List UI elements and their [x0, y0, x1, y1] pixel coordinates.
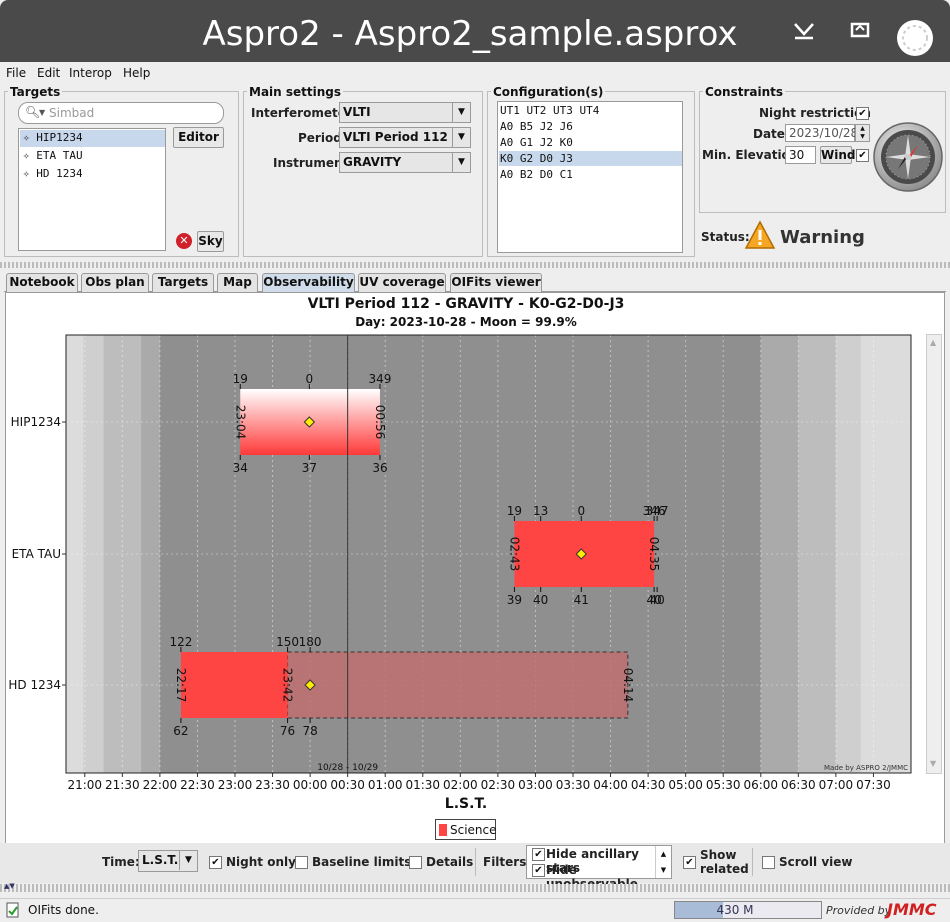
- collapse-arrows-icon[interactable]: ▲▼: [4, 882, 15, 890]
- scroll-down-icon[interactable]: ▼: [930, 759, 936, 768]
- x-tick-label: 03:30: [556, 778, 591, 792]
- baseline-limits-label: Baseline limits: [312, 855, 412, 869]
- x-tick-label: 02:30: [481, 778, 516, 792]
- date-change-label: 10/28 - 10/29: [317, 763, 378, 773]
- scroll-view-checkbox[interactable]: [762, 856, 775, 869]
- hour-angle-label: 0: [577, 504, 585, 518]
- chevron-down-icon: ▼: [179, 851, 197, 870]
- bar-end-label: 04:35: [647, 537, 661, 572]
- separator: [475, 848, 476, 876]
- provided-by-label: Provided by: [826, 904, 892, 917]
- legend-label: Science: [450, 823, 497, 837]
- x-tick-label: 01:30: [405, 778, 440, 792]
- x-tick-label: 07:00: [819, 778, 854, 792]
- x-tick-label: 07:30: [856, 778, 891, 792]
- time-value: L.S.T.: [142, 853, 179, 867]
- filters-scroll[interactable]: ▲ ▼: [655, 846, 671, 878]
- filters-list[interactable]: ✔ Hide ancillary stars ✔ Hide unobservab…: [526, 845, 672, 891]
- bar-start-label: 23:04: [233, 405, 247, 440]
- elevation-label: 39: [507, 593, 522, 607]
- time-select[interactable]: L.S.T. ▼: [138, 850, 198, 872]
- y-tick-label: ETA TAU: [12, 547, 61, 561]
- hour-angle-label: 19: [507, 504, 522, 518]
- jmmc-logo[interactable]: JMMC: [887, 900, 937, 919]
- hour-angle-label: 19: [233, 372, 248, 386]
- chart-credit: Made by ASPRO 2/JMMC: [824, 764, 908, 772]
- bar-start-label: 22:17: [174, 668, 188, 703]
- bar-end-label: 00:56: [373, 405, 387, 440]
- x-tick-label: 23:00: [218, 778, 253, 792]
- x-axis-label: L.S.T.: [444, 796, 488, 812]
- elevation-label: 40: [649, 593, 664, 607]
- elevation-label: 76: [280, 724, 295, 738]
- x-tick-label: 05:00: [668, 778, 703, 792]
- x-tick-label: 02:00: [443, 778, 478, 792]
- observability-extended-bar: [287, 651, 629, 719]
- elevation-label: 62: [173, 724, 188, 738]
- hour-angle-label: 349: [369, 372, 392, 386]
- memory-bar[interactable]: 430 M: [674, 901, 822, 919]
- show-related-line2: related: [700, 862, 749, 876]
- x-tick-label: 22:00: [143, 778, 178, 792]
- elevation-label: 37: [302, 461, 317, 475]
- x-tick-label: 22:30: [180, 778, 215, 792]
- plot-scrollbar[interactable]: ▲ ▼: [926, 334, 942, 774]
- bar-start-label: 02:43: [507, 537, 521, 572]
- baseline-limits-checkbox[interactable]: [295, 856, 308, 869]
- elevation-label: 34: [233, 461, 248, 475]
- night-only-checkbox[interactable]: ✔: [209, 856, 222, 869]
- night-only-label: Night only: [226, 855, 296, 869]
- status-message: OIFits done.: [28, 903, 99, 917]
- x-tick-label: 01:00: [368, 778, 403, 792]
- hour-angle-label: 122: [169, 635, 192, 649]
- details-label: Details: [426, 855, 474, 869]
- observability-chart[interactable]: 21:00 21:30 22:00 22:30 23:00 23:30 00:00 00:30…: [0, 0, 950, 840]
- elevation-label: 78: [302, 724, 317, 738]
- hour-angle-label: 180: [299, 635, 322, 649]
- elevation-label: 40: [533, 593, 548, 607]
- x-tick-label: 04:30: [631, 778, 666, 792]
- hour-angle-label: 347: [646, 504, 669, 518]
- hour-angle-label: 150: [276, 635, 299, 649]
- hide-ancillary-checkbox[interactable]: ✔: [532, 848, 545, 861]
- filters-label: Filters:: [483, 855, 532, 869]
- scroll-view-label: Scroll view: [779, 855, 853, 869]
- y-tick-label: HD 1234: [8, 678, 61, 692]
- hour-angle-label: 13: [533, 504, 548, 518]
- x-tick-label: 04:00: [593, 778, 628, 792]
- document-status-icon: [6, 902, 20, 918]
- bar-end-label: 04:14: [621, 668, 635, 703]
- x-tick-label: 21:00: [67, 778, 102, 792]
- x-tick-label: 05:30: [706, 778, 741, 792]
- legend: Science: [435, 819, 497, 840]
- scroll-up-icon[interactable]: ▲: [930, 338, 936, 347]
- hour-angle-label: 0: [306, 372, 314, 386]
- x-tick-label: 21:30: [105, 778, 140, 792]
- show-related-label: Show related: [700, 848, 749, 876]
- details-checkbox[interactable]: [409, 856, 422, 869]
- elevation-label: 36: [372, 461, 387, 475]
- show-related-checkbox[interactable]: ✔: [683, 856, 696, 869]
- x-tick-label: 03:00: [518, 778, 553, 792]
- separator: [752, 848, 753, 876]
- x-tick-label: 23:30: [255, 778, 290, 792]
- x-tick-label: 00:00: [293, 778, 328, 792]
- x-tick-label: 06:00: [743, 778, 778, 792]
- bottom-divider[interactable]: ▲▼: [0, 882, 950, 892]
- elevation-label: 41: [574, 593, 589, 607]
- x-tick-label: 00:30: [330, 778, 365, 792]
- memory-value: 430 M: [716, 903, 754, 917]
- x-tick-label: 06:30: [781, 778, 816, 792]
- show-related-line1: Show: [700, 848, 737, 862]
- bar-end-label: 23:42: [281, 668, 295, 703]
- legend-swatch: [439, 824, 447, 836]
- observability-bar: [180, 652, 288, 718]
- y-tick-label: HIP1234: [11, 415, 61, 429]
- time-label: Time:: [102, 855, 140, 869]
- hide-unobservable-checkbox[interactable]: ✔: [532, 864, 545, 877]
